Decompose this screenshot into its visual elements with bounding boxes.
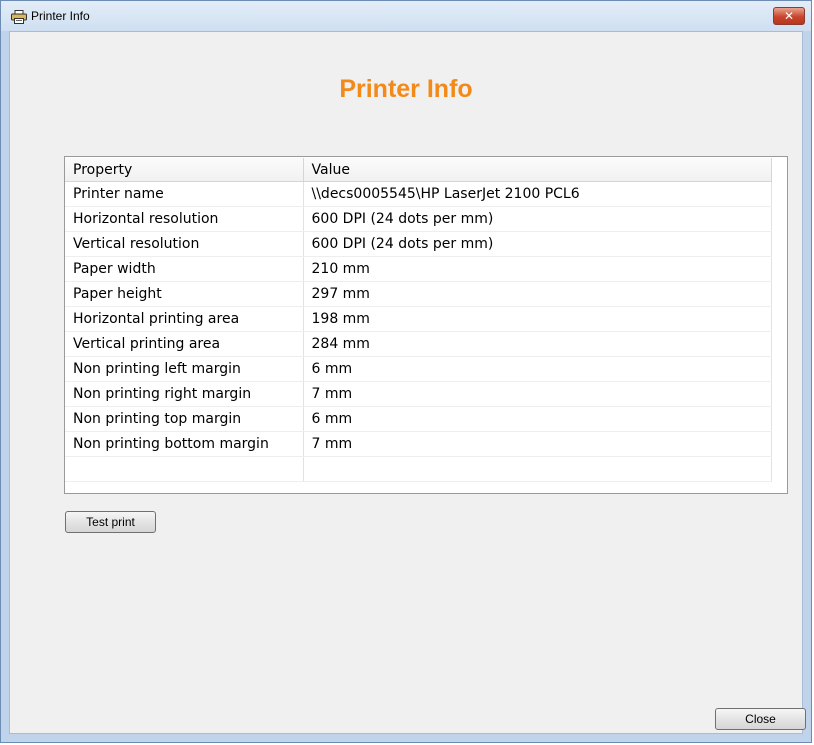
column-header-value[interactable]: Value [303,158,772,182]
value-cell: 600 DPI (24 dots per mm) [303,231,772,257]
table-row[interactable]: Vertical resolution 600 DPI (24 dots per… [65,231,772,257]
close-button[interactable]: Close [715,708,806,730]
value-cell: \\decs0005545\HP LaserJet 2100 PCL6 [303,181,772,207]
table-row[interactable]: Paper width 210 mm [65,256,772,282]
table-row[interactable]: Horizontal resolution 600 DPI (24 dots p… [65,206,772,232]
close-icon: ✕ [783,9,795,23]
value-cell: 284 mm [303,331,772,357]
empty-cell [303,456,772,482]
column-header-property[interactable]: Property [65,158,304,182]
value-cell: 198 mm [303,306,772,332]
page-title: Printer Info [339,75,473,103]
table-row[interactable]: Non printing bottom margin 7 mm [65,431,772,457]
empty-cell [65,456,304,482]
property-cell: Paper height [65,281,304,307]
test-print-button[interactable]: Test print [65,511,156,533]
table-row[interactable]: Horizontal printing area 198 mm [65,306,772,332]
property-cell: Non printing left margin [65,356,304,382]
table-row[interactable]: Vertical printing area 284 mm [65,331,772,357]
property-cell: Paper width [65,256,304,282]
table-row[interactable]: Paper height 297 mm [65,281,772,307]
property-cell: Printer name [65,181,304,207]
property-cell: Vertical printing area [65,331,304,357]
table-row[interactable]: Non printing right margin 7 mm [65,381,772,407]
property-cell: Non printing bottom margin [65,431,304,457]
value-cell: 600 DPI (24 dots per mm) [303,206,772,232]
property-cell: Non printing top margin [65,406,304,432]
property-cell: Horizontal printing area [65,306,304,332]
value-cell: 6 mm [303,356,772,382]
window-close-button[interactable]: ✕ [773,7,805,25]
window-title: Printer Info [31,9,90,23]
table-row[interactable]: Non printing left margin 6 mm [65,356,772,382]
value-cell: 7 mm [303,431,772,457]
title-bar[interactable]: Printer Info ✕ [1,1,811,31]
properties-table: Property Value Printer name \\decs000554… [65,158,772,482]
table-row[interactable]: Printer name \\decs0005545\HP LaserJet 2… [65,181,772,207]
dialog-body: Printer Info Property Value Printer name… [9,31,806,734]
value-cell: 7 mm [303,381,772,407]
table-row[interactable]: Non printing top margin 6 mm [65,406,772,432]
table-row-empty [65,456,772,482]
printer-icon [11,9,27,24]
printer-info-window: Printer Info ✕ Printer Info Property Val… [0,0,812,743]
properties-table-frame[interactable]: Property Value Printer name \\decs000554… [64,156,788,494]
table-header-row: Property Value [65,158,772,182]
value-cell: 210 mm [303,256,772,282]
property-cell: Horizontal resolution [65,206,304,232]
value-cell: 297 mm [303,281,772,307]
property-cell: Vertical resolution [65,231,304,257]
value-cell: 6 mm [303,406,772,432]
property-cell: Non printing right margin [65,381,304,407]
